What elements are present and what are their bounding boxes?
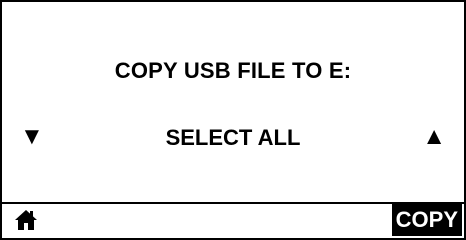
home-button[interactable]	[14, 208, 38, 232]
prompt-title: COPY USB FILE TO E:	[114, 58, 352, 83]
scroll-up-arrow-icon[interactable]: ▲	[422, 122, 446, 152]
home-icon	[15, 210, 37, 230]
copy-button[interactable]: COPY	[391, 204, 462, 236]
option-selector: ▼ SELECT ALL ▲	[2, 120, 464, 156]
selected-option: SELECT ALL	[165, 125, 301, 150]
printer-display: COPY USB FILE TO E: ▼ SELECT ALL ▲ COPY	[0, 0, 466, 240]
softkey-bar: COPY	[2, 202, 464, 238]
